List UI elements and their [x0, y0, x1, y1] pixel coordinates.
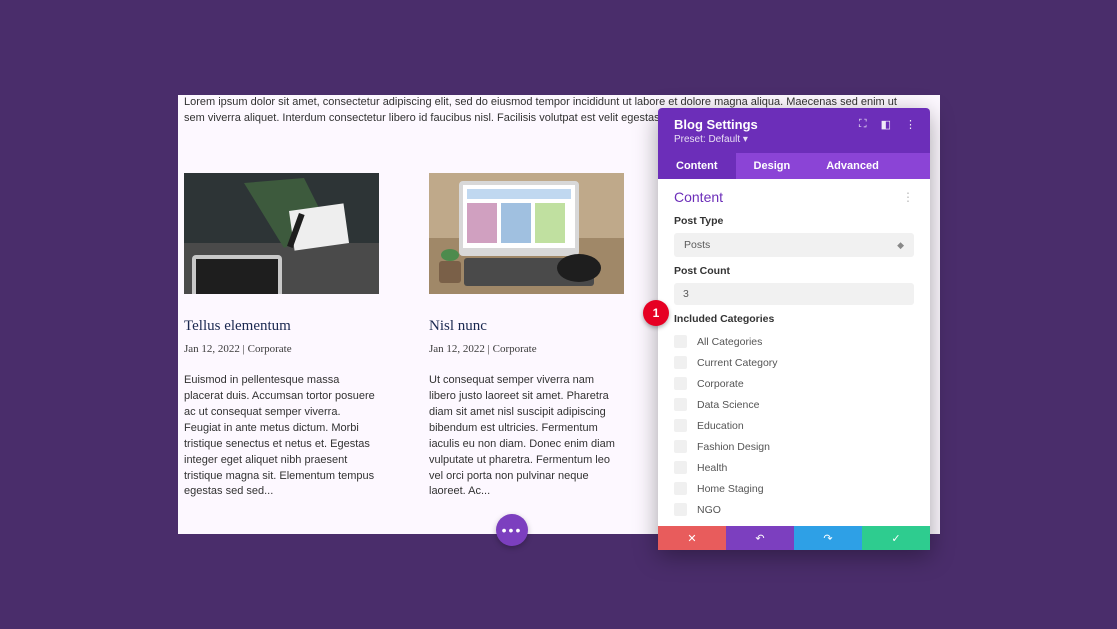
kebab-icon[interactable]: ⋮ — [905, 118, 916, 131]
post-card: Tellus elementum Jan 12, 2022 | Corporat… — [184, 173, 379, 501]
category-label: Home Staging — [697, 483, 764, 495]
category-label: Education — [697, 420, 744, 432]
checkbox-icon[interactable] — [674, 419, 687, 432]
fab-more-button[interactable]: ••• — [496, 514, 528, 546]
post-count-input[interactable]: 3 — [674, 283, 914, 305]
thumbnail-image-icon — [429, 173, 624, 294]
panel-footer: ✕ ↶ ↷ ✓ — [658, 526, 930, 550]
category-label: Health — [697, 462, 727, 474]
columns-icon[interactable]: ◧ — [881, 118, 891, 131]
post-meta: Jan 12, 2022 | Corporate — [184, 343, 379, 355]
preset-selector[interactable]: Preset: Default ▾ — [674, 134, 916, 145]
post-count-label: Post Count — [674, 265, 914, 277]
checkbox-icon[interactable] — [674, 398, 687, 411]
category-row[interactable]: Data Science — [674, 394, 914, 415]
category-label: Current Category — [697, 357, 778, 369]
category-label: NGO — [697, 504, 721, 516]
close-icon: ✕ — [687, 532, 696, 545]
post-title[interactable]: Tellus elementum — [184, 318, 379, 335]
checkbox-icon[interactable] — [674, 335, 687, 348]
redo-button[interactable]: ↷ — [794, 526, 862, 550]
category-row[interactable]: Corporate — [674, 373, 914, 394]
panel-tabs: Content Design Advanced — [658, 153, 930, 179]
checkbox-icon[interactable] — [674, 440, 687, 453]
post-thumbnail[interactable] — [184, 173, 379, 294]
tab-design[interactable]: Design — [736, 153, 809, 179]
post-type-value: Posts — [684, 239, 710, 251]
dots-icon: ••• — [502, 522, 523, 538]
panel-header: Blog Settings ⛶ ◧ ⋮ Preset: Default ▾ — [658, 108, 930, 153]
category-row[interactable]: NGO — [674, 499, 914, 520]
category-row[interactable]: Education — [674, 415, 914, 436]
undo-icon: ↶ — [755, 532, 764, 545]
caret-icon: ◆ — [897, 240, 904, 251]
post-body: Euismod in pellentesque massa placerat d… — [184, 373, 379, 501]
checkbox-icon[interactable] — [674, 461, 687, 474]
category-row[interactable]: Fashion Design — [674, 436, 914, 457]
tab-content[interactable]: Content — [658, 153, 736, 179]
category-label: Fashion Design — [697, 441, 770, 453]
category-row[interactable]: Current Category — [674, 352, 914, 373]
post-type-select[interactable]: Posts ◆ — [674, 233, 914, 257]
post-thumbnail[interactable] — [429, 173, 624, 294]
section-title: Content — [674, 189, 723, 205]
category-label: Data Science — [697, 399, 759, 411]
category-row[interactable]: Home Staging — [674, 478, 914, 499]
post-card: Nisl nunc Jan 12, 2022 | Corporate Ut co… — [429, 173, 624, 501]
checkbox-icon[interactable] — [674, 356, 687, 369]
thumbnail-image-icon — [184, 173, 379, 294]
confirm-button[interactable]: ✓ — [862, 526, 930, 550]
expand-icon[interactable]: ⛶ — [859, 118, 867, 131]
tab-advanced[interactable]: Advanced — [808, 153, 897, 179]
post-title[interactable]: Nisl nunc — [429, 318, 624, 335]
category-row[interactable]: Health — [674, 457, 914, 478]
panel-body: Content ⋮ Post Type Posts ◆ Post Count 3… — [658, 179, 930, 526]
panel-title: Blog Settings — [674, 117, 859, 132]
checkbox-icon[interactable] — [674, 377, 687, 390]
redo-icon: ↷ — [823, 532, 832, 545]
annotation-marker: 1 — [643, 300, 669, 326]
included-categories-label: Included Categories — [674, 313, 914, 325]
post-body: Ut consequat semper viverra nam libero j… — [429, 373, 624, 501]
cancel-button[interactable]: ✕ — [658, 526, 726, 550]
category-label: All Categories — [697, 336, 762, 348]
categories-list: All Categories Current Category Corporat… — [674, 331, 914, 520]
post-meta: Jan 12, 2022 | Corporate — [429, 343, 624, 355]
check-icon: ✓ — [891, 532, 900, 545]
blog-settings-panel: Blog Settings ⛶ ◧ ⋮ Preset: Default ▾ Co… — [658, 108, 930, 550]
category-label: Corporate — [697, 378, 744, 390]
section-kebab-icon[interactable]: ⋮ — [902, 190, 914, 204]
post-type-label: Post Type — [674, 215, 914, 227]
undo-button[interactable]: ↶ — [726, 526, 794, 550]
checkbox-icon[interactable] — [674, 503, 687, 516]
category-row[interactable]: All Categories — [674, 331, 914, 352]
checkbox-icon[interactable] — [674, 482, 687, 495]
